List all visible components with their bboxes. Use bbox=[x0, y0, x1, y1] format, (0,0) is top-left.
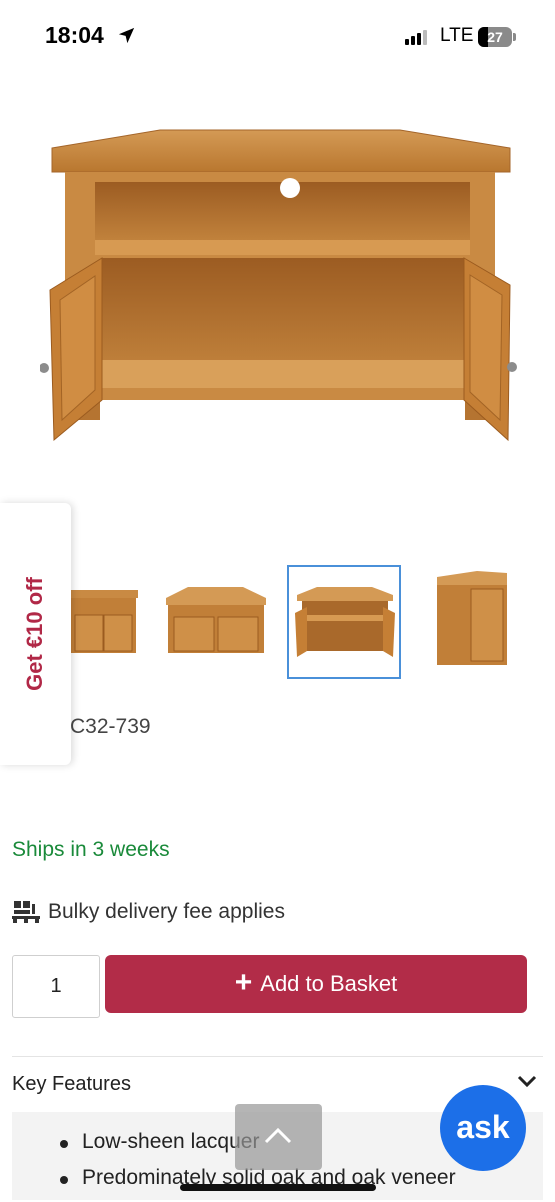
battery-cap bbox=[513, 33, 516, 41]
battery-icon: 27 bbox=[478, 27, 512, 47]
status-bar: 18:04 LTE 27 bbox=[0, 0, 555, 72]
quantity-input[interactable]: 1 bbox=[12, 955, 100, 1018]
product-sku: C32-739 bbox=[70, 715, 151, 738]
home-indicator bbox=[180, 1184, 376, 1191]
signal-icon bbox=[405, 30, 427, 45]
availability-status: Ships in 3 weeks bbox=[12, 838, 170, 861]
thumbnail-3[interactable] bbox=[287, 565, 401, 679]
scroll-to-top-button[interactable] bbox=[235, 1104, 322, 1170]
plus-icon: + bbox=[234, 965, 253, 999]
discount-label: Get €10 off bbox=[22, 577, 47, 691]
thumbnail-gallery bbox=[0, 565, 555, 680]
location-arrow-icon bbox=[118, 27, 135, 44]
ask-chat-button[interactable]: ask bbox=[440, 1085, 526, 1171]
pallet-icon bbox=[12, 901, 40, 923]
clock: 18:04 bbox=[45, 22, 104, 48]
add-to-basket-label: Add to Basket bbox=[260, 971, 398, 996]
chevron-down-icon bbox=[517, 1075, 537, 1088]
thumbnail-4[interactable] bbox=[427, 565, 541, 679]
add-to-basket-button[interactable]: + Add to Basket bbox=[105, 955, 527, 1013]
delivery-note-text: Bulky delivery fee applies bbox=[48, 900, 285, 923]
discount-tab[interactable]: Get €10 off bbox=[0, 503, 71, 765]
battery-level: 27 bbox=[487, 29, 503, 45]
delivery-note: Bulky delivery fee applies bbox=[12, 900, 285, 924]
key-features-title: Key Features bbox=[12, 1073, 131, 1095]
product-main-image[interactable] bbox=[40, 110, 520, 450]
chevron-up-icon bbox=[264, 1127, 292, 1144]
key-features-list: Low-sheen lacquer Predominately solid oa… bbox=[12, 1130, 456, 1202]
network-label: LTE bbox=[440, 25, 474, 46]
thumbnail-2[interactable] bbox=[158, 565, 272, 679]
list-item: Low-sheen lacquer bbox=[12, 1130, 456, 1166]
